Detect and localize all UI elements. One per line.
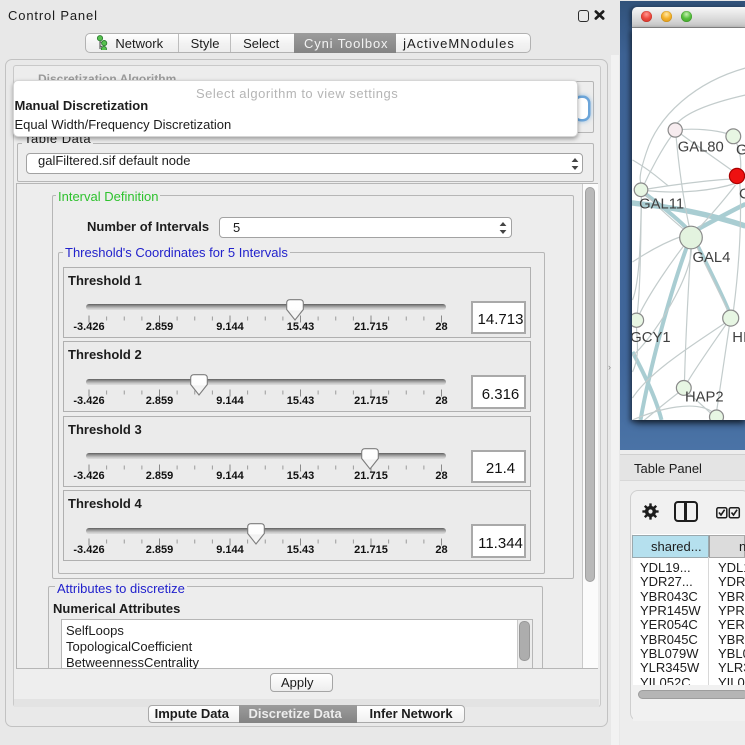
svg-text:HIS4: HIS4	[732, 330, 745, 346]
svg-text:HAP2: HAP2	[685, 390, 724, 406]
svg-text:GAL80: GAL80	[677, 140, 723, 156]
svg-text:GAL11: GAL11	[639, 196, 684, 212]
svg-text:GAL1: GAL1	[736, 143, 745, 159]
svg-text:GCY1: GCY1	[632, 330, 671, 346]
svg-text:GAL4: GAL4	[692, 250, 730, 266]
svg-text:CYC8: CYC8	[739, 187, 745, 203]
